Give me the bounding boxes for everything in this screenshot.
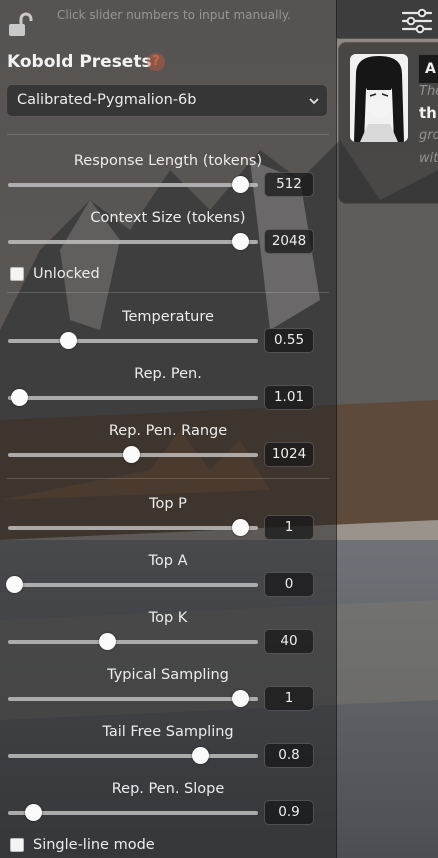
tail-free-sampling-slider-thumb[interactable]	[192, 747, 210, 764]
help-icon[interactable]: ?	[147, 53, 165, 71]
rep-pen-range-slider-thumb[interactable]	[122, 446, 140, 463]
typical-sampling-label: Typical Sampling	[107, 667, 229, 683]
rep-pen-input[interactable]: 1.01	[264, 385, 314, 410]
context-size-slider-thumb[interactable]	[232, 233, 249, 250]
single-line-mode-label: Single-line mode	[33, 837, 155, 853]
top-p-label: Top P	[149, 496, 187, 512]
typical-sampling-input[interactable]: 1	[264, 686, 314, 711]
top-k-input[interactable]: 40	[264, 629, 314, 654]
unlocked-padlock-icon[interactable]	[7, 12, 33, 38]
rep-pen-slider-thumb[interactable]	[10, 389, 28, 406]
top-k-slider-track[interactable]	[8, 640, 258, 644]
tail-free-sampling-slider-track[interactable]	[8, 754, 258, 758]
temperature-slider-thumb[interactable]	[59, 332, 77, 349]
typical-sampling-slider-thumb[interactable]	[232, 690, 249, 707]
divider	[7, 134, 329, 135]
tail-free-sampling-label: Tail Free Sampling	[102, 724, 234, 740]
context-size-input[interactable]: 2048	[264, 229, 314, 254]
preset-select[interactable]: Calibrated-Pygmalion-6b	[6, 84, 328, 117]
rep-pen-slope-slider-track[interactable]	[8, 811, 258, 815]
temperature-input[interactable]: 0.55	[264, 328, 314, 353]
rep-pen-slider-track[interactable]	[8, 396, 258, 400]
divider	[7, 292, 329, 293]
response-length-label: Response Length (tokens)	[73, 153, 263, 169]
response-length-input[interactable]: 512	[264, 172, 314, 197]
context-size-slider-track[interactable]	[8, 240, 258, 244]
tail-free-sampling-input[interactable]: 0.8	[264, 743, 314, 768]
typical-sampling-slider-track[interactable]	[8, 697, 258, 701]
unlocked-checkbox[interactable]	[10, 267, 24, 281]
top-a-input[interactable]: 0	[264, 572, 314, 597]
top-k-label: Top K	[148, 610, 188, 626]
temperature-slider-track[interactable]	[8, 339, 258, 343]
top-p-input[interactable]: 1	[264, 515, 314, 540]
presets-title: Kobold Presets	[7, 52, 152, 72]
character-avatar[interactable]	[350, 54, 408, 142]
rep-pen-slope-input[interactable]: 0.9	[264, 800, 314, 825]
manual-input-hint: Click slider numbers to input manually.	[57, 8, 291, 22]
context-size-label: Context Size (tokens)	[90, 210, 246, 226]
response-length-slider-track[interactable]	[8, 183, 258, 187]
rep-pen-slope-label: Rep. Pen. Slope	[111, 781, 225, 797]
top-a-label: Top A	[148, 553, 188, 569]
preset-select-value: Calibrated-Pygmalion-6b	[17, 92, 197, 108]
top-k-slider-thumb[interactable]	[99, 633, 117, 650]
top-a-slider-thumb[interactable]	[6, 576, 23, 593]
top-p-slider-thumb[interactable]	[232, 519, 249, 536]
rep-pen-range-input[interactable]: 1024	[264, 442, 314, 467]
top-a-slider-track[interactable]	[8, 583, 258, 587]
single-line-mode-checkbox[interactable]	[10, 838, 24, 852]
temperature-label: Temperature	[122, 309, 214, 325]
response-length-slider-thumb[interactable]	[232, 176, 249, 193]
divider	[7, 478, 329, 479]
rep-pen-range-label: Rep. Pen. Range	[108, 423, 228, 439]
top-p-slider-track[interactable]	[8, 526, 258, 530]
settings-panel: Click slider numbers to input manually. …	[0, 0, 337, 858]
rep-pen-slope-slider-thumb[interactable]	[24, 804, 42, 821]
rep-pen-label: Rep. Pen.	[134, 366, 202, 382]
unlocked-label: Unlocked	[33, 266, 100, 282]
chevron-down-icon	[309, 98, 319, 105]
